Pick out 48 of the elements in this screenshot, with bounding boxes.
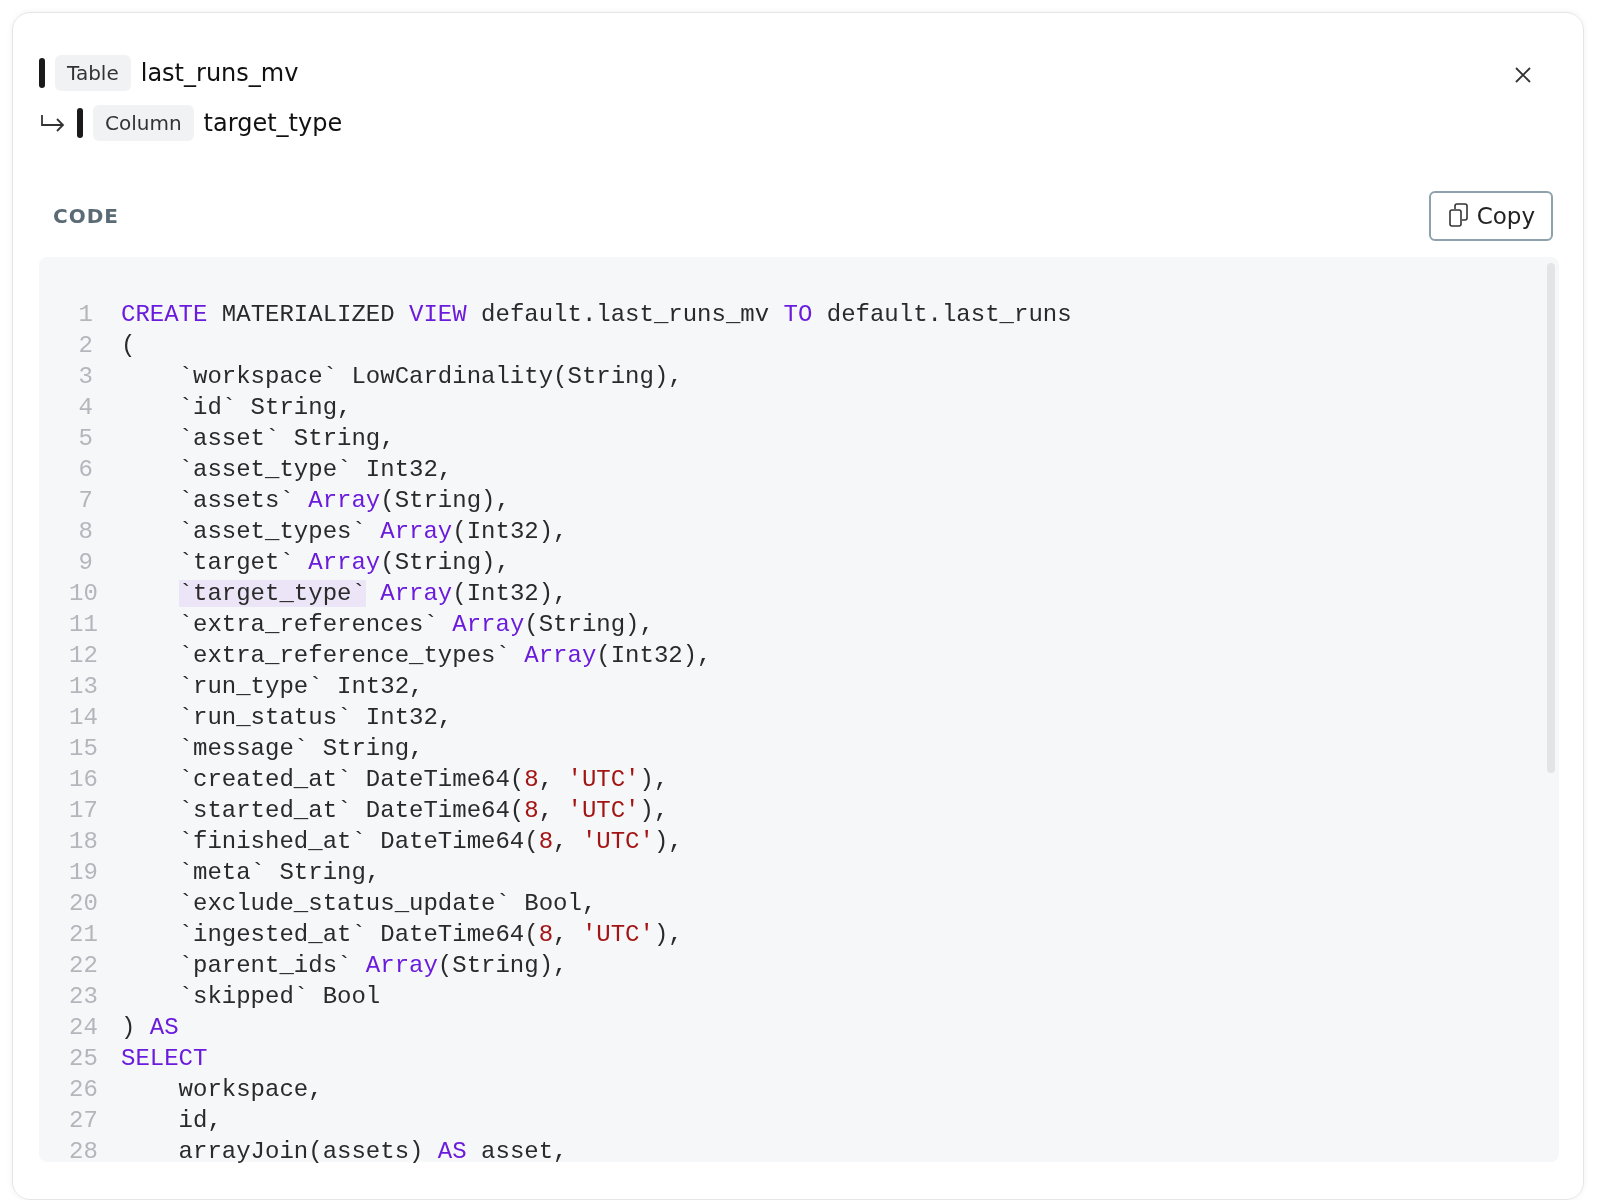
code-line: workspace, (177, 1076, 323, 1103)
code-line: `asset` String, (177, 425, 395, 452)
code-line: `skipped` Bool (177, 983, 381, 1010)
breadcrumb-name: target_type (203, 109, 343, 137)
code-line: `workspace` LowCardinality(String), (177, 363, 683, 390)
code-line: `started_at` DateTime64(8, 'UTC'), (177, 797, 669, 824)
code-line: CREATE MATERIALIZED VIEW default.last_runs_mv TO default.last_runs (121, 301, 1072, 328)
code-line: `parent_ids` Array(String), (177, 952, 568, 979)
marker-bar (77, 108, 83, 138)
code-line: `id` String, (177, 394, 352, 421)
code-line: `extra_reference_types` Array(Int32), (177, 642, 712, 669)
line-number: 7 (77, 487, 93, 514)
code-line: `exclude_status_update` Bool, (177, 890, 597, 917)
code-line: arrayJoin(assets) AS asset, (177, 1138, 568, 1165)
code-line: ) AS (121, 1014, 179, 1041)
code-line: `extra_references` Array(String), (177, 611, 654, 638)
line-number: 4 (77, 394, 93, 421)
line-number: 8 (77, 518, 93, 545)
line-number: 6 (77, 456, 93, 483)
code-line: `finished_at` DateTime64(8, 'UTC'), (177, 828, 683, 855)
code-line: `asset_type` Int32, (177, 456, 453, 483)
line-number: 5 (77, 425, 93, 452)
marker-bar (39, 58, 45, 88)
code-line: `ingested_at` DateTime64(8, 'UTC'), (177, 921, 683, 948)
line-number: 3 (77, 363, 93, 390)
code-line: id, (177, 1107, 222, 1134)
type-chip: Column (93, 105, 194, 141)
code-line: SELECT (121, 1045, 208, 1072)
copy-icon (1446, 203, 1471, 229)
copy-button[interactable]: Copy (1428, 191, 1553, 241)
line-number: 9 (77, 549, 93, 576)
code-line: `target_type` Array(Int32), (177, 580, 568, 607)
code-line: `message` String, (177, 735, 424, 762)
code-line: `meta` String, (177, 859, 381, 886)
code-line: `target` Array(String), (177, 549, 510, 576)
code-line: `assets` Array(String), (177, 487, 510, 514)
code-line: `created_at` DateTime64(8, 'UTC'), (177, 766, 669, 793)
code-line: `asset_types` Array(Int32), (177, 518, 568, 545)
return-arrow-icon (39, 113, 67, 133)
section-label: CODE (53, 204, 119, 228)
code-line: ( (121, 332, 136, 359)
code-line: `run_status` Int32, (177, 704, 453, 731)
type-chip: Table (55, 55, 131, 91)
close-icon[interactable] (1513, 65, 1533, 85)
line-number: 2 (77, 332, 93, 359)
line-number: 1 (77, 301, 93, 328)
breadcrumb-name: last_runs_mv (140, 59, 299, 87)
code-line: `run_type` Int32, (177, 673, 424, 700)
